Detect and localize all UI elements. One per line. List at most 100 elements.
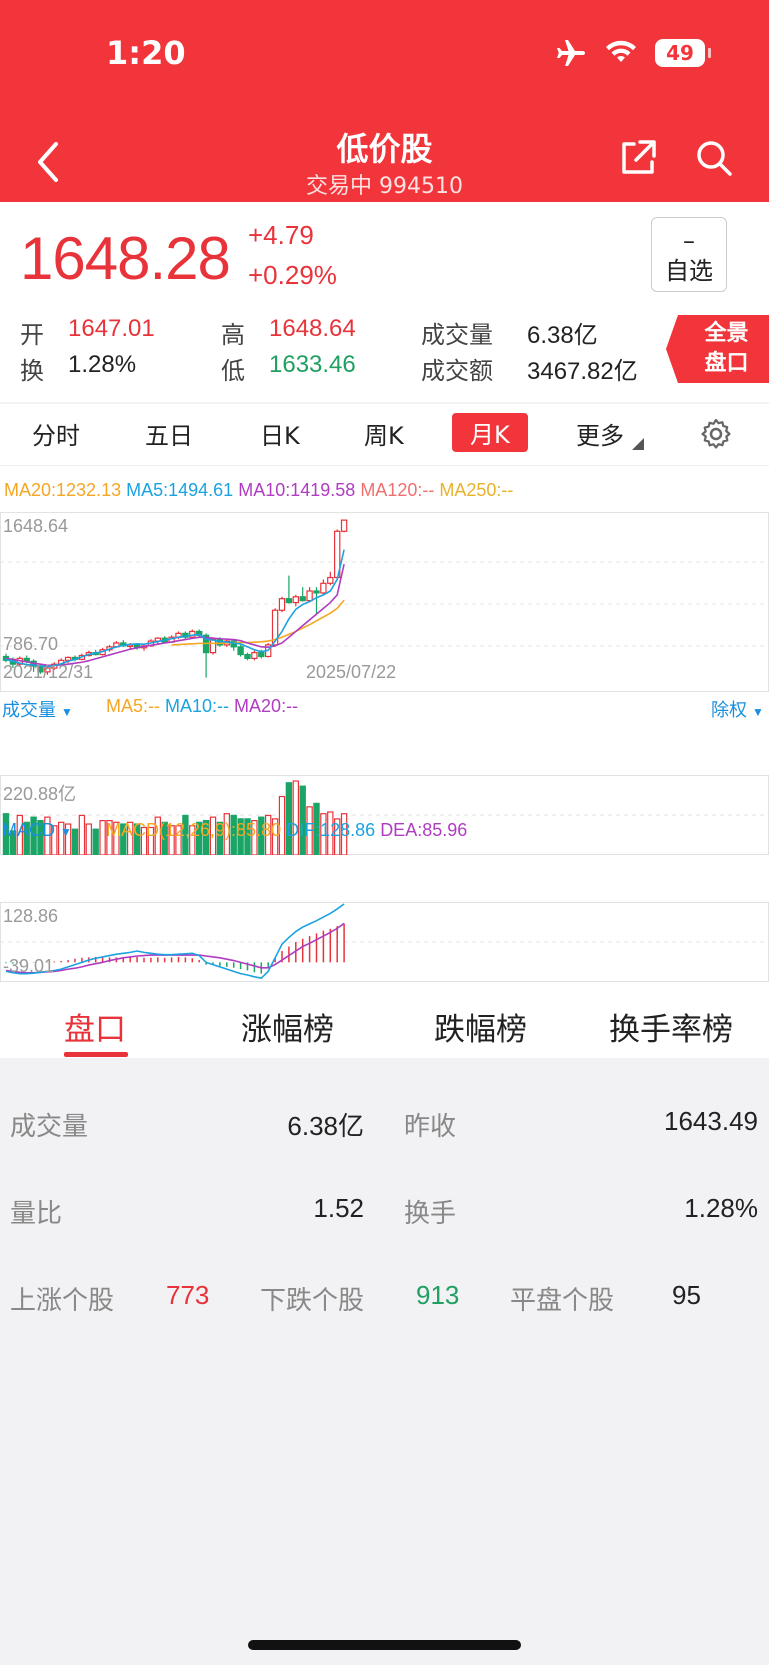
info-up-value: 773: [166, 1280, 210, 1310]
active-tab-underline: [64, 1052, 128, 1057]
wifi-icon: [606, 40, 636, 62]
info-volume-value: 6.38亿: [287, 1111, 364, 1141]
turnover-value: 1.28%: [68, 351, 137, 378]
volume-title[interactable]: 成交量: [2, 700, 56, 720]
add-watchlist-button[interactable]: – 自选: [651, 217, 727, 292]
battery-indicator: 49: [655, 39, 711, 67]
macd-title-caret: ▼: [60, 825, 72, 839]
legend-vol-ma5: MA5:--: [106, 696, 160, 716]
ex-rights-label: 除权: [711, 700, 747, 720]
macd-title[interactable]: MACD: [2, 820, 55, 840]
section-tabs: 盘口 涨幅榜 跌幅榜 换手率榜: [0, 984, 769, 1058]
kline-min-label: 786.70: [3, 634, 59, 654]
macd-chart[interactable]: [0, 902, 769, 982]
high-value: 1648.64: [269, 315, 356, 342]
tab-intraday[interactable]: 分时: [32, 416, 80, 451]
info-turnover-label: 换手: [404, 1199, 457, 1229]
info-flat-value: 95: [672, 1280, 701, 1310]
candle-body: [340, 519, 348, 532]
home-indicator: [248, 1640, 521, 1650]
candle-body: [313, 590, 320, 594]
candle-body: [285, 598, 293, 604]
tab-top-gainers[interactable]: 涨幅榜: [241, 1004, 334, 1049]
tab-top-losers[interactable]: 跌幅榜: [434, 1004, 527, 1049]
macd-values-legend: MACD(12,26,9):85.80 DIF:128.86 DEA:85.96: [106, 820, 467, 841]
volume-bar: [285, 782, 293, 855]
turnover-label: 换: [20, 357, 44, 385]
volume-legend: 成交量 ▼: [2, 696, 73, 722]
app-header: 1:20 49 低价股 交易中 994510: [0, 0, 769, 202]
info-prev-close-value: 1643.49: [664, 1106, 758, 1136]
legend-macd: MACD(12,26,9):85.80: [106, 820, 282, 840]
info-down-label: 下跌个股: [260, 1286, 365, 1316]
legend-ma120: MA120:--: [360, 480, 435, 500]
amount-label: 成交额: [421, 357, 493, 385]
candle-body: [320, 582, 327, 594]
legend-vol-ma20: MA20:--: [234, 696, 299, 716]
panorama-button[interactable]: 全景 盘口: [666, 315, 769, 383]
kline-max-label: 1648.64: [3, 516, 69, 536]
corner-triangle-icon: [631, 438, 644, 450]
info-ratio-label: 量比: [10, 1199, 63, 1229]
tab-turnover-rank[interactable]: 换手率榜: [609, 1004, 733, 1049]
share-button[interactable]: [618, 138, 658, 178]
legend-dif: DIF:128.86: [286, 820, 376, 840]
tab-daily-k[interactable]: 日K: [260, 416, 300, 451]
macd-min-label: -39.01: [3, 956, 55, 976]
dea-line: [5, 922, 345, 974]
status-time: 1:20: [106, 34, 186, 72]
info-down-value: 913: [416, 1280, 460, 1310]
airplane-icon: [557, 40, 585, 66]
low-label: 低: [221, 357, 245, 385]
info-ratio-value: 1.52: [313, 1193, 364, 1223]
macd-max-label: 128.86: [3, 906, 59, 926]
volume-ma-legend: MA5:-- MA10:-- MA20:--: [106, 696, 298, 717]
candle-body: [306, 590, 313, 602]
legend-dea: DEA:85.96: [380, 820, 468, 840]
candle-body: [299, 596, 306, 602]
candle-body: [292, 596, 300, 604]
search-button[interactable]: [694, 138, 734, 178]
candle-body: [237, 646, 244, 656]
candle-body: [64, 656, 72, 661]
chart-area[interactable]: MA20:1232.13 MA5:1494.61 MA10:1419.58 MA…: [0, 466, 769, 984]
price-change: +4.79: [248, 220, 314, 250]
ex-rights-toggle[interactable]: 除权 ▼: [711, 696, 764, 722]
low-value: 1633.46: [269, 351, 356, 378]
candle-body: [278, 598, 286, 611]
volume-label: 成交量: [421, 321, 493, 349]
legend-ma250: MA250:--: [439, 480, 514, 500]
candle-body: [251, 652, 258, 660]
volume-bar: [292, 780, 300, 855]
volume-bar: [78, 814, 86, 855]
volume-bar: [92, 828, 99, 855]
info-prev-close-label: 昨收: [404, 1112, 457, 1142]
volume-chart[interactable]: [0, 775, 769, 855]
info-volume-label: 成交量: [10, 1112, 89, 1142]
info-up-label: 上涨个股: [10, 1286, 115, 1316]
status-icons: 49: [555, 38, 711, 68]
tab-five-day[interactable]: 五日: [145, 416, 193, 451]
x-end-date: 2025/07/22: [306, 662, 397, 682]
x-start-date: 2021/12/31: [3, 662, 94, 682]
tab-more-label: 更多: [576, 422, 624, 450]
legend-ma10: MA10:1419.58: [238, 480, 356, 500]
panorama-line1: 全景: [704, 321, 749, 346]
legend-ma5: MA5:1494.61: [126, 480, 234, 500]
candle-body: [327, 576, 334, 584]
ex-rights-caret: ▼: [752, 705, 764, 719]
volume-bar: [99, 819, 106, 855]
tab-more[interactable]: 更多: [576, 416, 644, 451]
tab-weekly-k[interactable]: 周K: [364, 416, 404, 451]
info-turnover-value: 1.28%: [684, 1193, 758, 1223]
tab-monthly-k[interactable]: 月K: [452, 413, 528, 452]
volume-title-caret: ▼: [61, 705, 73, 719]
legend-ma20: MA20:1232.13: [4, 480, 122, 500]
settings-gear-icon[interactable]: [700, 418, 732, 450]
legend-vol-ma10: MA10:--: [165, 696, 230, 716]
tab-order-book[interactable]: 盘口: [64, 1004, 126, 1049]
amount-value: 3467.82亿: [527, 358, 638, 385]
current-price: 1648.28: [20, 225, 231, 292]
open-value: 1647.01: [68, 315, 155, 342]
candle-body: [258, 652, 265, 658]
